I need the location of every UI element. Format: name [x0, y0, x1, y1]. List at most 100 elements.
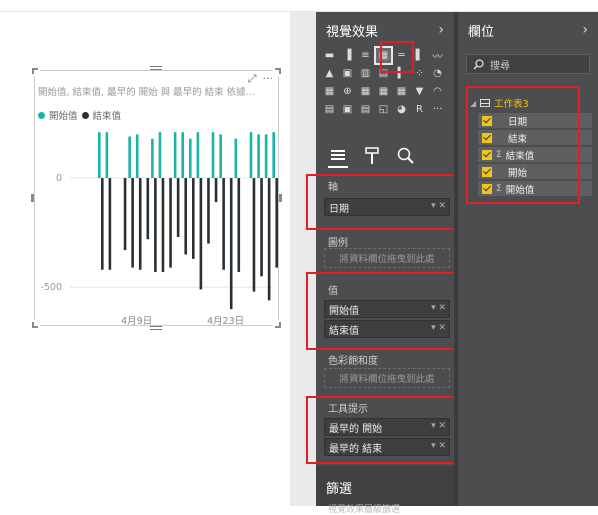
top-edge — [0, 0, 598, 12]
resize-handle-top-left[interactable] — [32, 68, 38, 74]
legend-drop-zone[interactable]: 將資料欄位拖曳到此處 — [324, 248, 450, 268]
viz-type-icon-24[interactable]: ◱ — [376, 102, 391, 117]
bar-end-value[interactable] — [169, 178, 172, 268]
annotation-box-tooltip — [306, 396, 466, 464]
bar-start-value[interactable] — [173, 132, 177, 179]
viz-type-icon-22[interactable]: ▣ — [340, 102, 355, 117]
y-tick-label: -500 — [40, 282, 62, 293]
legend-label-start: 開始值 — [49, 111, 78, 122]
bar-start-value[interactable] — [272, 132, 276, 179]
viz-type-icon-27[interactable]: ··· — [430, 102, 445, 117]
resize-handle-top-right[interactable] — [275, 68, 281, 74]
bar-end-value[interactable] — [176, 178, 180, 238]
annotation-box-fields — [466, 86, 580, 204]
bar-start-value[interactable] — [151, 138, 154, 179]
viz-tool-tabs — [328, 146, 416, 168]
viz-type-icon-26[interactable]: R — [412, 102, 427, 117]
bar-end-value[interactable] — [214, 178, 218, 203]
viz-type-icon-14[interactable]: ▦ — [322, 84, 337, 99]
bar-start-value[interactable] — [234, 138, 238, 179]
bar-end-value[interactable] — [275, 178, 279, 268]
viz-type-icon-1[interactable]: ▐ — [340, 48, 355, 63]
bar-start-value[interactable] — [181, 132, 185, 179]
viz-type-icon-16[interactable]: ▦ — [358, 84, 373, 99]
bar-start-value[interactable] — [105, 132, 109, 179]
bar-end-value[interactable] — [252, 178, 256, 292]
analytics-magnifier-icon[interactable] — [396, 146, 416, 168]
collapse-chevron-icon[interactable]: › — [438, 22, 444, 38]
viz-type-icon-7[interactable]: ▲ — [322, 66, 337, 81]
saturation-label: 色彩飽和度 — [328, 356, 378, 367]
saturation-drop-zone[interactable]: 將資料欄位拖曳到此處 — [324, 368, 450, 388]
viz-type-icon-12[interactable]: ⁘ — [412, 66, 427, 81]
y-tick-label: 0 — [56, 173, 62, 184]
viz-type-icon-21[interactable]: ▤ — [322, 102, 337, 117]
bar-start-value[interactable] — [135, 134, 139, 179]
filters-header[interactable]: 篩選 — [316, 466, 454, 506]
viz-type-icon-6[interactable]: 〰 — [430, 48, 445, 63]
viz-type-icon-25[interactable]: ◕ — [394, 102, 409, 117]
viz-type-icon-23[interactable]: ▤ — [358, 102, 373, 117]
resize-handle-bottom[interactable] — [150, 326, 162, 330]
collapse-chevron-icon[interactable]: › — [582, 22, 588, 38]
bar-end-value[interactable] — [267, 178, 271, 301]
bar-end-value[interactable] — [184, 178, 188, 255]
legend-dot-end — [81, 111, 89, 119]
viz-type-icon-8[interactable]: ▣ — [340, 66, 355, 81]
x-tick-label: 4月9日 — [121, 316, 152, 326]
bar-start-value[interactable] — [211, 132, 215, 179]
visual-border-top — [40, 70, 273, 71]
bar-start-value[interactable] — [219, 134, 222, 179]
viz-type-icon-15[interactable]: ⊕ — [340, 84, 355, 99]
bar-start-value[interactable] — [257, 134, 260, 179]
bar-end-value[interactable] — [237, 178, 241, 272]
bar-end-value[interactable] — [154, 178, 157, 272]
viz-type-icon-5[interactable]: ▌ — [412, 48, 427, 63]
bar-start-value[interactable] — [128, 136, 131, 179]
search-input[interactable]: 搜尋 — [466, 54, 590, 74]
bar-end-value[interactable] — [138, 178, 142, 270]
chart-visual[interactable]: ⤢ ··· 開始值, 結束值, 最早的 開始 與 最早的 結束 依據... 開始… — [31, 66, 282, 330]
viz-type-icon-13[interactable]: ◔ — [430, 66, 445, 81]
viz-type-icon-0[interactable]: ▬ — [322, 48, 337, 63]
chart-legend: 開始值 結束值 — [38, 108, 121, 122]
viz-type-icon-9[interactable]: ▥ — [358, 66, 373, 81]
bar-start-value[interactable] — [98, 132, 101, 179]
legend-dot-start — [38, 111, 45, 119]
bar-start-value[interactable] — [196, 132, 200, 179]
selected-visual-highlight — [380, 41, 414, 73]
bar-start-value[interactable] — [189, 138, 192, 179]
bar-end-value[interactable] — [161, 178, 165, 272]
fields-tab-icon[interactable] — [328, 146, 348, 168]
bar-end-value[interactable] — [146, 178, 150, 240]
bar-end-value[interactable] — [207, 178, 210, 244]
legend-label-end: 結束值 — [92, 111, 122, 122]
drag-handle-icon[interactable] — [150, 66, 162, 70]
resize-handle-right[interactable] — [279, 194, 282, 202]
annotation-box-values — [306, 272, 470, 350]
bar-end-value[interactable] — [222, 178, 225, 270]
bar-end-value[interactable] — [101, 178, 104, 270]
bar-end-value[interactable] — [123, 178, 127, 251]
legend-label: 圖例 — [328, 238, 348, 249]
bar-end-value[interactable] — [192, 178, 195, 259]
viz-type-icon-17[interactable]: ▦ — [376, 84, 391, 99]
filters-subtitle: 視覺效果層級篩選 — [328, 505, 401, 515]
bar-start-value[interactable] — [264, 134, 268, 179]
bar-end-value[interactable] — [260, 178, 263, 277]
bar-start-value[interactable] — [249, 132, 253, 179]
fields-pane-header: 欄位 › — [458, 12, 598, 48]
viz-type-icon-19[interactable]: ▼ — [412, 84, 427, 99]
bar-chart: 0 -500 4月9日 4月23日 — [40, 132, 279, 326]
bar-end-value[interactable] — [108, 178, 112, 270]
bar-end-value[interactable] — [229, 178, 233, 310]
bar-end-value[interactable] — [131, 178, 134, 268]
format-roller-icon[interactable] — [362, 146, 382, 168]
viz-type-icon-2[interactable]: ≡ — [358, 48, 373, 63]
viz-type-icon-20[interactable]: ◠ — [430, 84, 445, 99]
bar-end-value[interactable] — [199, 178, 203, 290]
viz-pane-title: 視覺效果 — [326, 24, 379, 40]
bar-start-value[interactable] — [158, 132, 162, 179]
viz-type-icon-18[interactable]: ▦ — [394, 84, 409, 99]
search-icon — [473, 58, 484, 70]
